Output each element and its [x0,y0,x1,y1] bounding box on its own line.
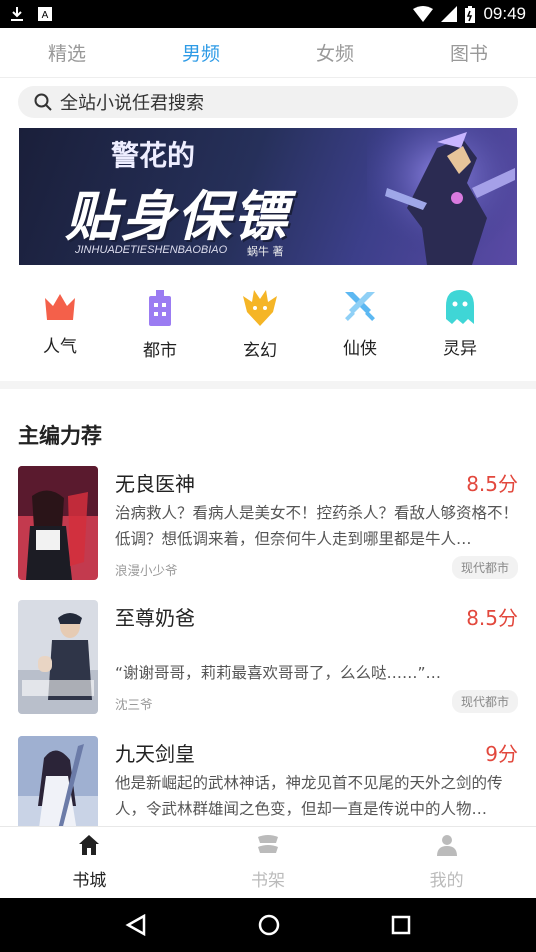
building-icon [149,290,171,326]
nav-label: 书架 [251,871,285,891]
book-score: 8.5分 [466,606,518,630]
banner-hero-illustration [367,128,517,265]
category-label: 仙侠 [343,339,377,359]
book-item[interactable]: 至尊奶爸 8.5分 “谢谢哥哥，莉莉最喜欢哥哥了，么么哒……”… 沈三爷 现代都… [18,600,518,714]
category-row: 人气 都市 玄幻 仙侠 灵异 [0,290,536,370]
crown-icon [45,294,75,320]
battery-icon [465,5,476,23]
book-title: 无良医神 [115,472,195,496]
signal-icon [441,6,458,22]
status-time: 09:49 [483,4,526,23]
book-title: 九天剑皇 [115,742,195,766]
nav-profile[interactable]: 我的 [357,827,536,898]
search-icon [34,93,52,111]
svg-text:A: A [42,10,49,21]
nav-bookshelf[interactable]: 书架 [179,827,358,898]
ghost-icon [446,290,474,324]
home-circle-icon[interactable] [258,914,280,936]
banner-author-mark: 蜗牛 著 [247,245,284,258]
status-notifications: A [10,6,52,22]
book-title: 至尊奶爸 [115,606,195,630]
home-icon [79,835,100,855]
book-author: 沈三爷 [115,697,153,712]
book-author: 浪漫小少爷 [115,563,178,578]
status-indicators: 09:49 [413,4,526,24]
category-label: 都市 [143,341,177,361]
recents-icon[interactable] [391,915,411,935]
nav-bookstore[interactable]: 书城 [0,827,179,898]
tab-featured[interactable]: 精选 [0,28,134,77]
book-description: 他是新崛起的武林神话，神龙见首不见尾的天外之剑的传人，令武林群雄闻之色变，但却一… [115,774,503,818]
swords-icon [345,292,375,321]
tab-female[interactable]: 女频 [268,28,402,77]
search-bar[interactable]: 全站小说任君搜索 [18,86,518,118]
bottom-navigation: 书城 书架 我的 [0,826,536,898]
section-title: 主编力荐 [18,424,102,448]
book-cover [18,466,98,580]
app-notification-icon: A [38,7,52,21]
category-fantasy[interactable]: 玄幻 [210,290,310,370]
book-genre-tag[interactable]: 现代都市 [451,556,518,579]
banner-title: 贴身保镖 [65,185,289,248]
section-divider [0,381,536,389]
back-icon[interactable] [125,914,147,936]
banner-subtitle: JINHUADETIESHENBAOBIAO [75,244,228,256]
search-placeholder: 全站小说任君搜索 [60,93,204,114]
promo-banner[interactable]: 警花的 贴身保镖 JINHUADETIESHENBAOBIAO 蜗牛 著 [19,128,517,265]
banner-title-small: 警花的 [111,139,196,172]
dragon-icon [243,290,277,326]
user-icon [436,835,457,856]
category-label: 人气 [43,337,77,357]
category-xianxia[interactable]: 仙侠 [310,290,410,370]
nav-label: 我的 [429,871,464,891]
tab-male[interactable]: 男频 [134,28,268,77]
wifi-icon [413,6,434,22]
category-urban[interactable]: 都市 [110,290,210,370]
book-cover [18,600,98,714]
tab-books[interactable]: 图书 [402,28,536,77]
status-bar: A 09:49 [0,0,536,28]
category-supernatural[interactable]: 灵异 [410,290,510,370]
nav-label: 书城 [72,871,107,891]
download-icon [11,7,23,21]
book-item[interactable]: 无良医神 8.5分 治病救人？看病人是美女不！控药杀人？看敌人够资格不！低调？想… [18,466,518,580]
system-navigation-bar [0,898,536,952]
category-popular[interactable]: 人气 [10,290,110,370]
book-score: 8.5分 [466,472,518,496]
book-score: 9分 [485,742,518,766]
book-genre-tag[interactable]: 现代都市 [451,690,518,713]
bookshelf-icon [258,835,278,853]
category-label: 玄幻 [243,341,277,361]
book-description: 治病救人？看病人是美女不！控药杀人？看敌人够资格不！低调？想低调来着，但奈何牛人… [115,504,518,548]
category-label: 灵异 [443,339,477,359]
top-tab-bar: 精选 男频 女频 图书 [0,28,536,78]
